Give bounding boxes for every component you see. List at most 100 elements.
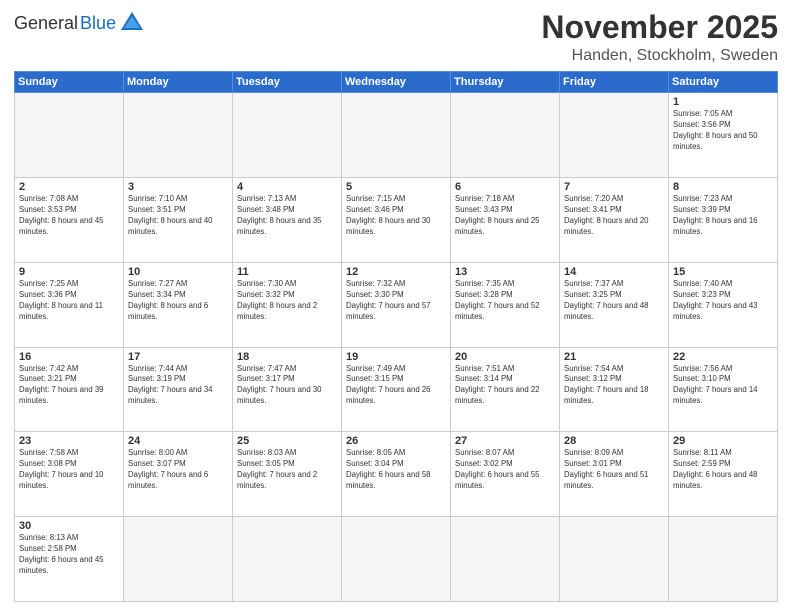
calendar-week-row: 1Sunrise: 7:05 AMSunset: 3:56 PMDaylight… (15, 93, 778, 178)
location-title: Handen, Stockholm, Sweden (541, 47, 778, 65)
day-number: 13 (455, 266, 555, 278)
logo-area: General Blue (14, 10, 143, 37)
day-number: 17 (128, 351, 228, 363)
weekday-header: Thursday (451, 72, 560, 93)
day-info: Sunrise: 7:44 AMSunset: 3:19 PMDaylight:… (128, 364, 228, 408)
calendar-cell: 5Sunrise: 7:15 AMSunset: 3:46 PMDaylight… (342, 177, 451, 262)
calendar-cell: 25Sunrise: 8:03 AMSunset: 3:05 PMDayligh… (233, 432, 342, 517)
day-number: 10 (128, 266, 228, 278)
day-info: Sunrise: 7:47 AMSunset: 3:17 PMDaylight:… (237, 364, 337, 408)
calendar-cell: 20Sunrise: 7:51 AMSunset: 3:14 PMDayligh… (451, 347, 560, 432)
calendar-cell: 13Sunrise: 7:35 AMSunset: 3:28 PMDayligh… (451, 262, 560, 347)
calendar-cell: 28Sunrise: 8:09 AMSunset: 3:01 PMDayligh… (560, 432, 669, 517)
logo-blue-text: Blue (80, 13, 116, 34)
calendar-cell: 30Sunrise: 8:13 AMSunset: 2:58 PMDayligh… (15, 517, 124, 602)
calendar-table: SundayMondayTuesdayWednesdayThursdayFrid… (14, 71, 778, 602)
calendar-cell: 19Sunrise: 7:49 AMSunset: 3:15 PMDayligh… (342, 347, 451, 432)
day-info: Sunrise: 7:54 AMSunset: 3:12 PMDaylight:… (564, 364, 664, 408)
day-info: Sunrise: 7:42 AMSunset: 3:21 PMDaylight:… (19, 364, 119, 408)
weekday-header: Saturday (669, 72, 778, 93)
weekday-header: Monday (124, 72, 233, 93)
calendar-cell: 11Sunrise: 7:30 AMSunset: 3:32 PMDayligh… (233, 262, 342, 347)
calendar-cell (233, 517, 342, 602)
day-info: Sunrise: 8:13 AMSunset: 2:58 PMDaylight:… (19, 533, 119, 577)
calendar-cell (233, 93, 342, 178)
day-info: Sunrise: 7:49 AMSunset: 3:15 PMDaylight:… (346, 364, 446, 408)
day-number: 25 (237, 435, 337, 447)
calendar-cell: 10Sunrise: 7:27 AMSunset: 3:34 PMDayligh… (124, 262, 233, 347)
day-info: Sunrise: 7:35 AMSunset: 3:28 PMDaylight:… (455, 279, 555, 323)
month-title: November 2025 (541, 10, 778, 45)
day-info: Sunrise: 7:25 AMSunset: 3:36 PMDaylight:… (19, 279, 119, 323)
day-number: 30 (19, 520, 119, 532)
calendar-cell (124, 93, 233, 178)
calendar-week-row: 16Sunrise: 7:42 AMSunset: 3:21 PMDayligh… (15, 347, 778, 432)
calendar-cell: 21Sunrise: 7:54 AMSunset: 3:12 PMDayligh… (560, 347, 669, 432)
page: General Blue November 2025 Handen, Stock… (0, 0, 792, 612)
day-info: Sunrise: 7:13 AMSunset: 3:48 PMDaylight:… (237, 194, 337, 238)
calendar-cell: 14Sunrise: 7:37 AMSunset: 3:25 PMDayligh… (560, 262, 669, 347)
day-number: 9 (19, 266, 119, 278)
logo: General Blue (14, 10, 143, 37)
calendar-cell: 9Sunrise: 7:25 AMSunset: 3:36 PMDaylight… (15, 262, 124, 347)
day-info: Sunrise: 8:00 AMSunset: 3:07 PMDaylight:… (128, 448, 228, 492)
day-info: Sunrise: 7:32 AMSunset: 3:30 PMDaylight:… (346, 279, 446, 323)
calendar-cell: 23Sunrise: 7:58 AMSunset: 3:08 PMDayligh… (15, 432, 124, 517)
calendar-cell: 2Sunrise: 7:08 AMSunset: 3:53 PMDaylight… (15, 177, 124, 262)
calendar-cell: 4Sunrise: 7:13 AMSunset: 3:48 PMDaylight… (233, 177, 342, 262)
calendar-cell: 15Sunrise: 7:40 AMSunset: 3:23 PMDayligh… (669, 262, 778, 347)
day-number: 23 (19, 435, 119, 447)
day-number: 26 (346, 435, 446, 447)
day-info: Sunrise: 7:56 AMSunset: 3:10 PMDaylight:… (673, 364, 773, 408)
day-number: 19 (346, 351, 446, 363)
day-info: Sunrise: 7:23 AMSunset: 3:39 PMDaylight:… (673, 194, 773, 238)
calendar-cell: 1Sunrise: 7:05 AMSunset: 3:56 PMDaylight… (669, 93, 778, 178)
weekday-header: Sunday (15, 72, 124, 93)
logo-general-text: General (14, 13, 78, 34)
day-info: Sunrise: 7:27 AMSunset: 3:34 PMDaylight:… (128, 279, 228, 323)
weekday-header-row: SundayMondayTuesdayWednesdayThursdayFrid… (15, 72, 778, 93)
weekday-header: Friday (560, 72, 669, 93)
day-number: 15 (673, 266, 773, 278)
day-info: Sunrise: 8:11 AMSunset: 2:59 PMDaylight:… (673, 448, 773, 492)
day-number: 8 (673, 181, 773, 193)
day-number: 14 (564, 266, 664, 278)
logo-icon (121, 10, 143, 32)
calendar-week-row: 23Sunrise: 7:58 AMSunset: 3:08 PMDayligh… (15, 432, 778, 517)
day-number: 11 (237, 266, 337, 278)
day-number: 7 (564, 181, 664, 193)
title-area: November 2025 Handen, Stockholm, Sweden (541, 10, 778, 65)
day-number: 22 (673, 351, 773, 363)
calendar-cell: 3Sunrise: 7:10 AMSunset: 3:51 PMDaylight… (124, 177, 233, 262)
calendar-cell (560, 517, 669, 602)
calendar-cell: 22Sunrise: 7:56 AMSunset: 3:10 PMDayligh… (669, 347, 778, 432)
day-info: Sunrise: 8:03 AMSunset: 3:05 PMDaylight:… (237, 448, 337, 492)
calendar-cell (15, 93, 124, 178)
calendar-cell (342, 517, 451, 602)
day-info: Sunrise: 8:07 AMSunset: 3:02 PMDaylight:… (455, 448, 555, 492)
day-number: 1 (673, 96, 773, 108)
day-number: 4 (237, 181, 337, 193)
day-number: 27 (455, 435, 555, 447)
day-info: Sunrise: 7:20 AMSunset: 3:41 PMDaylight:… (564, 194, 664, 238)
day-number: 16 (19, 351, 119, 363)
calendar-week-row: 2Sunrise: 7:08 AMSunset: 3:53 PMDaylight… (15, 177, 778, 262)
day-info: Sunrise: 7:51 AMSunset: 3:14 PMDaylight:… (455, 364, 555, 408)
calendar-cell (451, 93, 560, 178)
calendar-week-row: 9Sunrise: 7:25 AMSunset: 3:36 PMDaylight… (15, 262, 778, 347)
weekday-header: Wednesday (342, 72, 451, 93)
day-info: Sunrise: 7:58 AMSunset: 3:08 PMDaylight:… (19, 448, 119, 492)
day-number: 20 (455, 351, 555, 363)
day-info: Sunrise: 8:05 AMSunset: 3:04 PMDaylight:… (346, 448, 446, 492)
calendar-cell: 29Sunrise: 8:11 AMSunset: 2:59 PMDayligh… (669, 432, 778, 517)
calendar-cell: 24Sunrise: 8:00 AMSunset: 3:07 PMDayligh… (124, 432, 233, 517)
day-number: 2 (19, 181, 119, 193)
day-info: Sunrise: 7:08 AMSunset: 3:53 PMDaylight:… (19, 194, 119, 238)
day-number: 24 (128, 435, 228, 447)
calendar-cell: 26Sunrise: 8:05 AMSunset: 3:04 PMDayligh… (342, 432, 451, 517)
day-number: 6 (455, 181, 555, 193)
calendar-cell (342, 93, 451, 178)
calendar-cell: 18Sunrise: 7:47 AMSunset: 3:17 PMDayligh… (233, 347, 342, 432)
calendar-cell: 6Sunrise: 7:18 AMSunset: 3:43 PMDaylight… (451, 177, 560, 262)
day-number: 29 (673, 435, 773, 447)
